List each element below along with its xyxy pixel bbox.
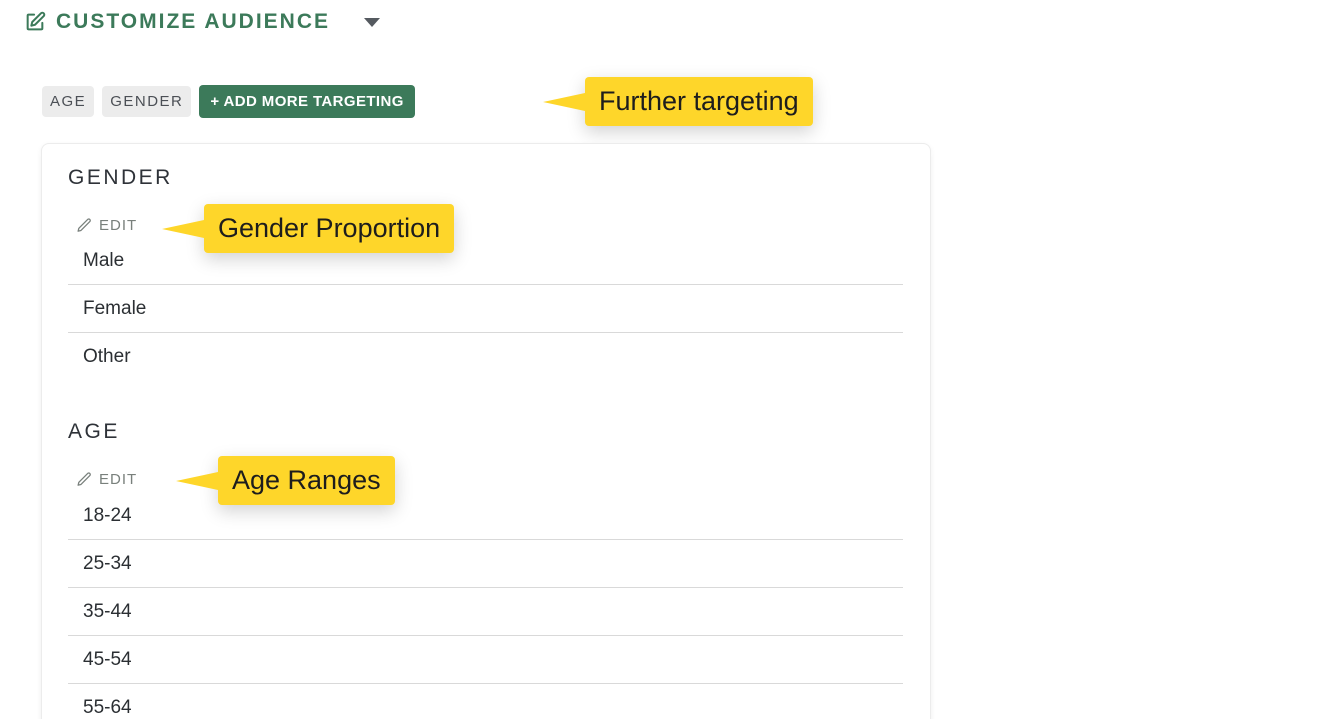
callout-gender-proportion: Gender Proportion [161, 204, 455, 253]
caret-down-icon[interactable] [364, 17, 381, 27]
targeting-chips: AGE GENDER + ADD MORE TARGETING [42, 85, 415, 118]
list-item-age-35-44: 35-44 [68, 588, 903, 636]
age-edit-label[interactable]: EDIT [99, 471, 137, 488]
add-more-targeting-button[interactable]: + ADD MORE TARGETING [199, 85, 415, 118]
callout-age-ranges-text: Age Ranges [232, 465, 381, 495]
gender-edit-link[interactable]: EDIT [76, 217, 137, 234]
pencil-icon [77, 472, 91, 486]
pencil-icon [77, 218, 91, 232]
list-item-age-18-24: 18-24 [68, 492, 903, 540]
list-item-age-55-64: 55-64 [83, 697, 132, 718]
callout-further-targeting-text: Further targeting [599, 86, 799, 116]
gender-list: Male Female Other [68, 237, 903, 380]
list-item-other: Other [83, 346, 131, 367]
edit-square-icon [24, 11, 46, 33]
list-item-age-45-54: 45-54 [68, 636, 903, 684]
gender-section-title: GENDER [68, 166, 173, 189]
callout-further-targeting: Further targeting [543, 77, 813, 126]
chip-age[interactable]: AGE [42, 86, 95, 117]
gender-edit-label[interactable]: EDIT [99, 217, 137, 234]
list-item-male: Male [68, 237, 903, 285]
list-item-female: Female [68, 285, 903, 333]
chip-gender[interactable]: GENDER [102, 86, 192, 117]
customize-audience-title[interactable]: CUSTOMIZE AUDIENCE [56, 10, 330, 34]
age-section-title: AGE [68, 420, 120, 443]
callout-age-ranges: Age Ranges [176, 456, 395, 505]
callout-gender-proportion-text: Gender Proportion [218, 213, 441, 243]
customize-audience-header[interactable]: CUSTOMIZE AUDIENCE [24, 10, 381, 34]
age-edit-link[interactable]: EDIT [76, 471, 137, 488]
age-list: 18-24 25-34 35-44 45-54 55-64 [68, 492, 903, 719]
page: CUSTOMIZE AUDIENCE AGE GENDER + ADD MORE… [0, 0, 1319, 719]
list-item-age-25-34: 25-34 [68, 540, 903, 588]
